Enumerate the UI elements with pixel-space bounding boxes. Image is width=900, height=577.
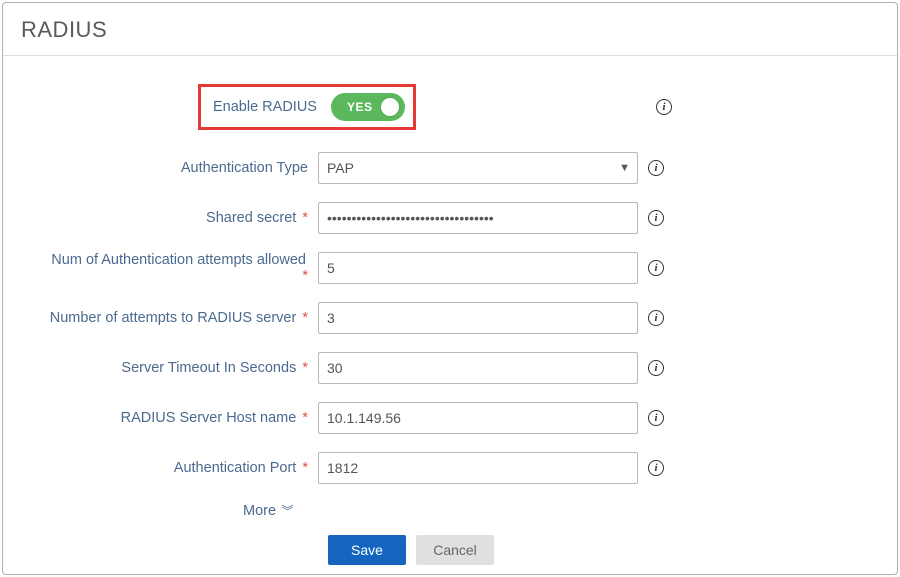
auth-type-select[interactable]: PAP — [318, 152, 638, 184]
info-icon[interactable]: i — [648, 460, 664, 476]
cancel-button[interactable]: Cancel — [416, 535, 494, 565]
radius-panel: RADIUS Enable RADIUS YES i Authenticatio… — [2, 2, 898, 575]
info-icon[interactable]: i — [648, 160, 664, 176]
save-button[interactable]: Save — [328, 535, 406, 565]
row-more: More ︾ — [243, 502, 857, 519]
row-auth-port: Authentication Port * i — [43, 452, 857, 484]
label-server-timeout: Server Timeout In Seconds * — [43, 360, 318, 376]
label-host-name: RADIUS Server Host name * — [43, 410, 318, 426]
page-title: RADIUS — [21, 17, 879, 43]
info-icon[interactable]: i — [648, 260, 664, 276]
panel-body: Enable RADIUS YES i Authentication Type … — [3, 56, 897, 575]
info-icon[interactable]: i — [648, 410, 664, 426]
more-toggle-link[interactable]: More ︾ — [243, 503, 293, 519]
panel-header: RADIUS — [3, 3, 897, 56]
row-shared-secret: Shared secret * i — [43, 202, 857, 234]
double-chevron-down-icon: ︾ — [278, 504, 293, 518]
row-host-name: RADIUS Server Host name * i — [43, 402, 857, 434]
info-icon[interactable]: i — [656, 99, 672, 115]
toggle-yes-label: YES — [347, 100, 373, 114]
row-enable-radius: Enable RADIUS YES i — [43, 84, 857, 130]
host-name-input[interactable] — [318, 402, 638, 434]
server-timeout-input[interactable] — [318, 352, 638, 384]
row-auth-type: Authentication Type PAP ▼ i — [43, 152, 857, 184]
row-radius-attempts: Number of attempts to RADIUS server * i — [43, 302, 857, 334]
label-radius-attempts: Number of attempts to RADIUS server * — [43, 310, 318, 326]
label-auth-port: Authentication Port * — [43, 460, 318, 476]
row-auth-attempts: Num of Authentication attempts allowed *… — [43, 252, 857, 284]
info-icon[interactable]: i — [648, 210, 664, 226]
enable-highlight-box: Enable RADIUS YES — [198, 84, 416, 130]
enable-radius-toggle[interactable]: YES — [331, 93, 405, 121]
auth-attempts-input[interactable] — [318, 252, 638, 284]
label-enable-radius: Enable RADIUS — [205, 99, 331, 115]
row-server-timeout: Server Timeout In Seconds * i — [43, 352, 857, 384]
shared-secret-input[interactable] — [318, 202, 638, 234]
auth-port-input[interactable] — [318, 452, 638, 484]
radius-attempts-input[interactable] — [318, 302, 638, 334]
info-icon[interactable]: i — [648, 360, 664, 376]
label-auth-attempts: Num of Authentication attempts allowed * — [43, 252, 318, 284]
toggle-knob — [381, 98, 399, 116]
label-auth-type: Authentication Type — [43, 160, 318, 176]
label-shared-secret: Shared secret * — [43, 210, 318, 226]
button-row: Save Cancel — [328, 535, 857, 565]
info-icon[interactable]: i — [648, 310, 664, 326]
